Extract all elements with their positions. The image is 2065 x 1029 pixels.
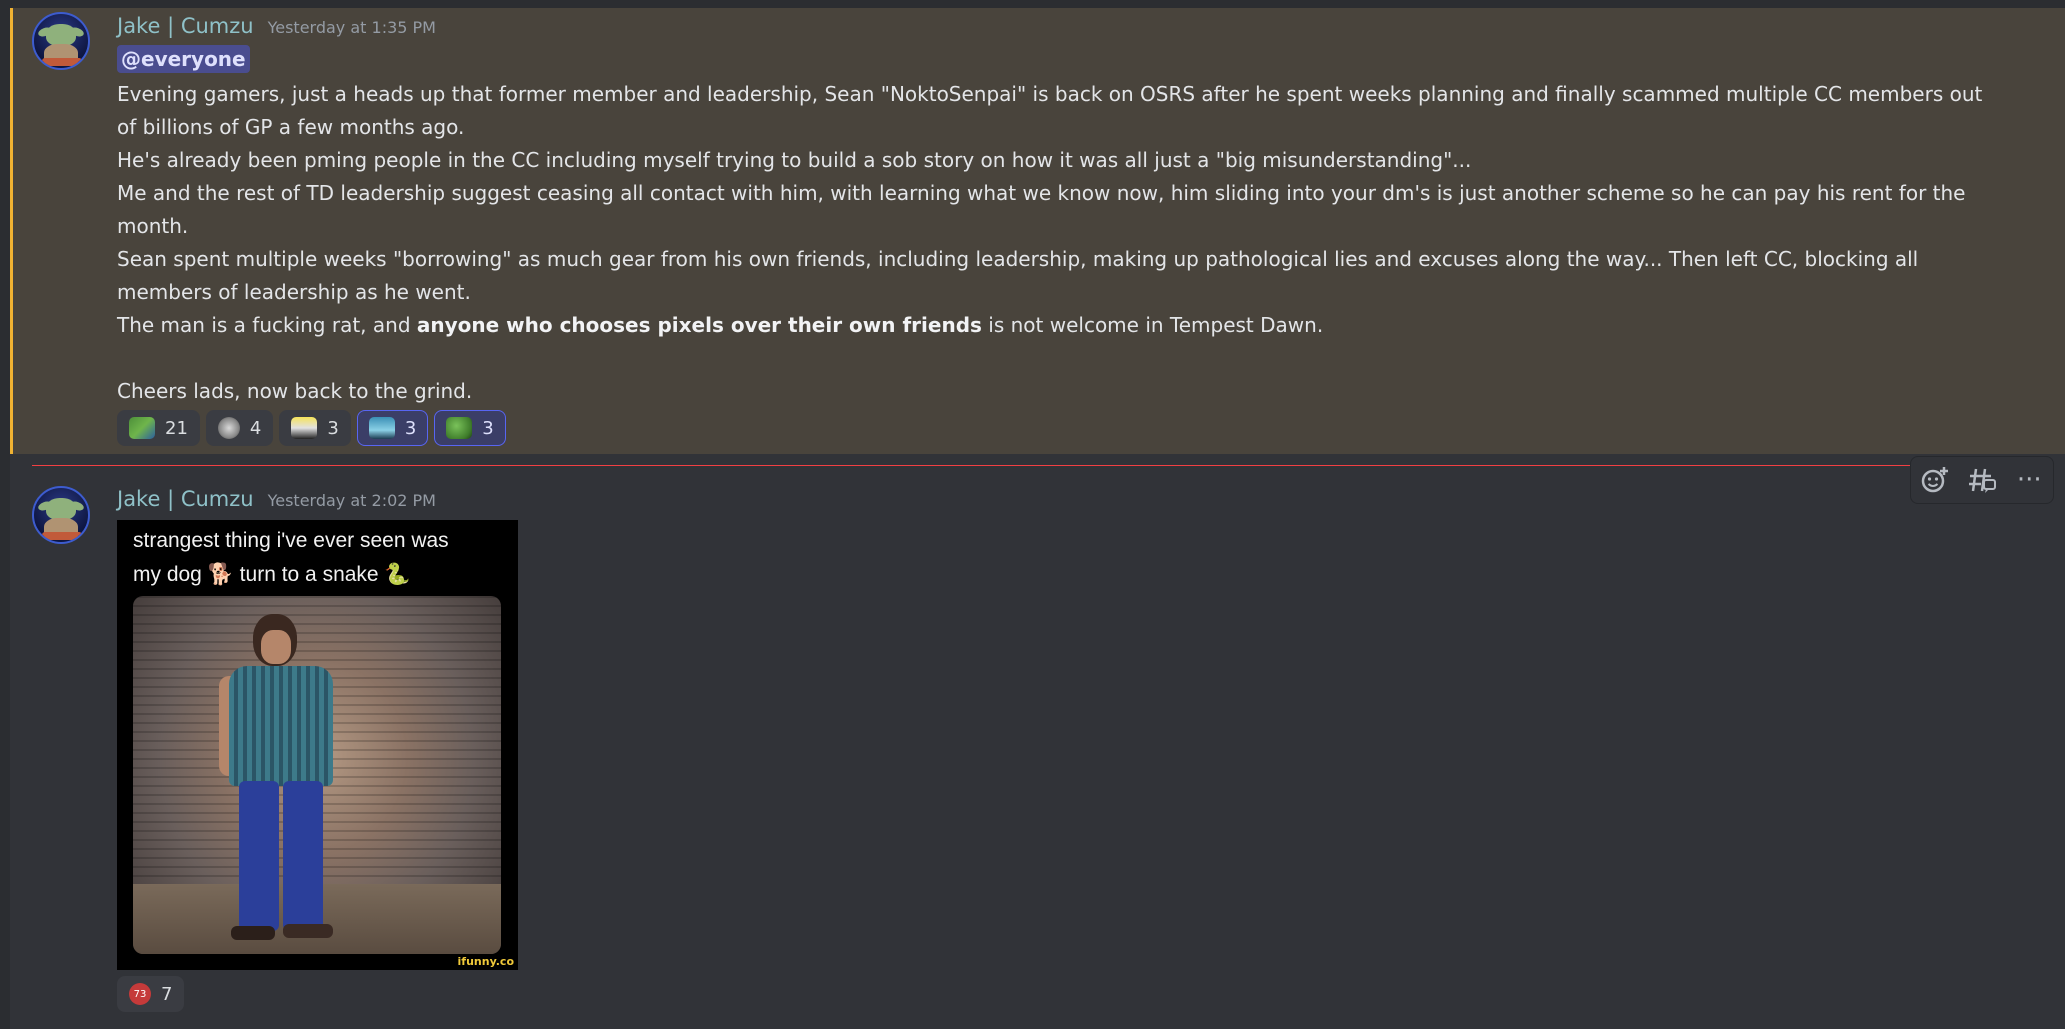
avatar-head <box>46 498 76 520</box>
person-shoe <box>231 926 275 940</box>
person-leg <box>239 781 279 931</box>
avatar-base <box>42 58 82 66</box>
reaction-count: 3 <box>327 417 339 439</box>
image-caption-line: my dog 🐕 turn to a snake 🐍 <box>133 563 411 586</box>
everyone-mention[interactable]: @everyone <box>117 45 250 73</box>
left-strip <box>0 0 10 1029</box>
person-leg <box>283 781 323 931</box>
reaction-bar: 21 4 3 3 3 <box>117 410 506 446</box>
avatar[interactable] <box>32 486 90 544</box>
new-messages-divider <box>32 465 1914 466</box>
reaction-count: 7 <box>161 983 173 1005</box>
image-attachment[interactable]: strangest thing i've ever seen was my do… <box>117 520 518 970</box>
reaction-count: 21 <box>165 417 188 439</box>
timestamp[interactable]: Yesterday at 2:02 PM <box>268 491 436 510</box>
race-car-emoji-icon <box>368 417 395 439</box>
message-body: Evening gamers, just a heads up that for… <box>117 78 1997 408</box>
reaction-button-active[interactable]: 3 <box>434 410 506 446</box>
reaction-button[interactable]: 4 <box>205 410 274 446</box>
message-line: Me and the rest of TD leadership suggest… <box>117 181 1966 238</box>
add-reaction-icon <box>1921 467 1948 493</box>
message-header: Jake | Cumzu Yesterday at 1:35 PM <box>117 14 436 38</box>
message-actions-toolbar: ··· <box>1910 456 2054 504</box>
top-strip <box>0 0 2065 8</box>
reaction-button[interactable]: 3 <box>279 410 351 446</box>
cat-face-emoji-icon <box>217 417 240 439</box>
person-face <box>261 630 291 664</box>
avatar-head <box>46 24 76 46</box>
reaction-count: 3 <box>482 417 494 439</box>
message-line: He's already been pming people in the CC… <box>117 148 1472 172</box>
timestamp[interactable]: Yesterday at 1:35 PM <box>268 18 436 37</box>
image-caption-line: strangest thing i've ever seen was <box>133 529 449 552</box>
73-badge-emoji-icon: 73 <box>129 983 151 1005</box>
bold-text: anyone who chooses pixels over their own… <box>416 313 982 337</box>
frog-car-emoji-icon <box>129 417 155 439</box>
image-caption: strangest thing i've ever seen was my do… <box>133 524 503 592</box>
message-line: The man is a fucking rat, and anyone who… <box>117 309 1997 342</box>
username[interactable]: Jake | Cumzu <box>117 487 254 511</box>
person-shoe <box>283 924 333 938</box>
message-header: Jake | Cumzu Yesterday at 2:02 PM <box>117 487 436 511</box>
reaction-button[interactable]: 73 7 <box>117 976 185 1012</box>
message-line: Cheers lads, now back to the grind. <box>117 379 473 403</box>
pepe-emoji-icon <box>446 417 473 439</box>
avatar[interactable] <box>32 12 90 70</box>
reaction-count: 4 <box>249 417 262 439</box>
message-text: The man is a fucking rat, and <box>117 313 417 337</box>
message-line: Evening gamers, just a heads up that for… <box>117 82 1983 139</box>
message-text: is not welcome in Tempest Dawn. <box>981 313 1324 337</box>
more-options-icon: ··· <box>2016 465 2042 495</box>
kart-emoji-icon <box>291 417 318 439</box>
add-reaction-button[interactable] <box>1917 462 1953 498</box>
thread-icon <box>1968 468 1996 493</box>
reaction-button-active[interactable]: 3 <box>356 410 429 446</box>
reaction-count: 3 <box>404 417 417 439</box>
avatar-base <box>42 532 82 540</box>
reaction-button[interactable]: 21 <box>117 410 200 446</box>
more-options-button[interactable]: ··· <box>2011 462 2047 498</box>
image-watermark: ifunny.co <box>457 955 514 968</box>
meme-photo <box>133 596 501 954</box>
message-line: Sean spent multiple weeks "borrowing" as… <box>117 247 1919 304</box>
reaction-bar: 73 7 <box>117 976 185 1012</box>
create-thread-button[interactable] <box>1964 462 2000 498</box>
username[interactable]: Jake | Cumzu <box>117 14 254 38</box>
person-shirt <box>229 666 333 786</box>
